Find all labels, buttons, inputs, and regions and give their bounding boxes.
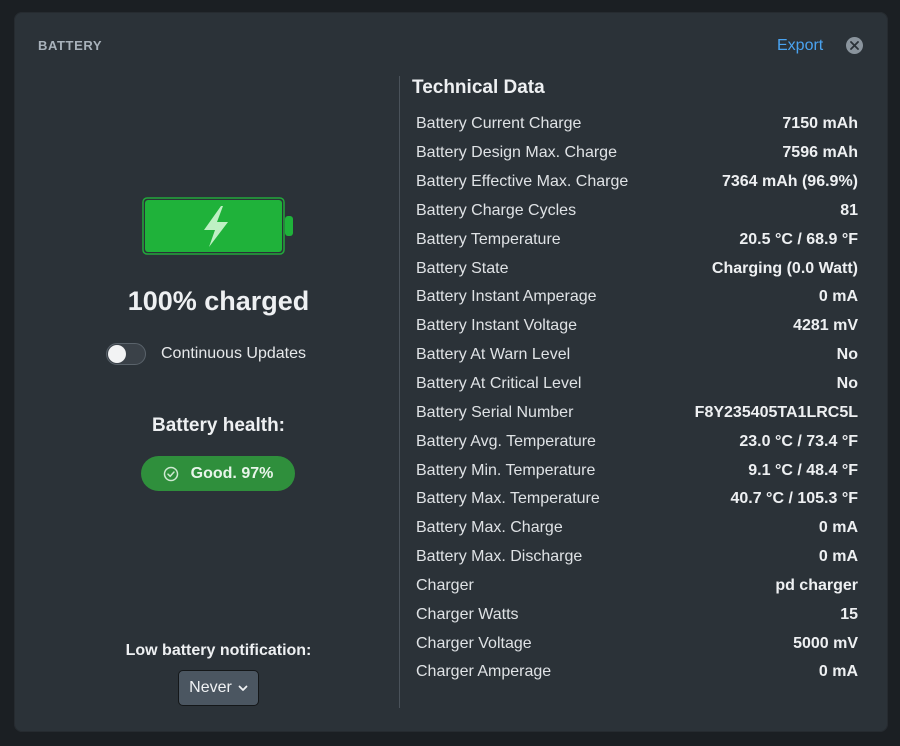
row-key: Charger bbox=[416, 576, 474, 594]
row-key: Battery Avg. Temperature bbox=[416, 432, 596, 450]
row-value: 7150 mAh bbox=[782, 115, 858, 133]
technical-data-row: Battery Avg. Temperature 23.0 °C / 73.4 °… bbox=[416, 427, 858, 456]
continuous-updates-row: Continuous Updates bbox=[106, 343, 306, 365]
row-value: 20.5 °C / 68.9 °F bbox=[739, 230, 858, 248]
row-key: Battery Charge Cycles bbox=[416, 201, 577, 219]
row-key: Charger Watts bbox=[416, 605, 519, 623]
row-key: Battery Max. Temperature bbox=[416, 490, 600, 508]
row-value: 4281 mV bbox=[793, 317, 858, 335]
technical-data-row: Battery Max. Temperature 40.7 °C / 105.3 … bbox=[416, 485, 858, 514]
row-key: Battery Max. Charge bbox=[416, 519, 563, 537]
row-key: Battery Serial Number bbox=[416, 403, 574, 421]
technical-data-row: Battery Instant Voltage 4281 mV bbox=[416, 312, 858, 341]
technical-data-row: Charger Voltage 5000 mV bbox=[416, 629, 858, 658]
row-key: Battery At Warn Level bbox=[416, 346, 571, 364]
close-x-glyph bbox=[850, 41, 859, 50]
row-key: Battery Current Charge bbox=[416, 115, 582, 133]
charge-status-text: 100% charged bbox=[127, 286, 310, 316]
low-battery-notification-label: Low battery notification: bbox=[125, 642, 312, 659]
row-key: Battery Effective Max. Charge bbox=[416, 173, 629, 191]
row-value: 9.1 °C / 48.4 °F bbox=[748, 461, 858, 479]
row-value: 0 mA bbox=[818, 288, 858, 306]
row-value: 40.7 °C / 105.3 °F bbox=[730, 490, 858, 508]
battery-panel: BATTERY Export 100% charged Continuous U… bbox=[14, 12, 888, 732]
row-value: 81 bbox=[840, 201, 858, 219]
close-icon[interactable] bbox=[846, 37, 863, 54]
section-divider bbox=[399, 76, 400, 708]
check-circle-icon bbox=[163, 466, 178, 481]
export-button[interactable]: Export bbox=[777, 37, 823, 55]
row-value: Charging (0.0 Watt) bbox=[711, 259, 858, 277]
row-key: Battery Min. Temperature bbox=[416, 461, 596, 479]
battery-health-badge: Good. 97% bbox=[141, 456, 295, 491]
technical-data-row: Battery Max. Discharge 0 mA bbox=[416, 543, 858, 572]
row-value: 5000 mV bbox=[793, 634, 858, 652]
technical-data-row: Battery Min. Temperature 9.1 °C / 48.4 °F bbox=[416, 456, 858, 485]
technical-data-row: Battery Temperature 20.5 °C / 68.9 °F bbox=[416, 225, 858, 254]
row-key: Battery Instant Voltage bbox=[416, 317, 577, 335]
row-value: No bbox=[836, 346, 858, 364]
technical-data-row: Charger Watts 15 bbox=[416, 600, 858, 629]
continuous-updates-toggle[interactable] bbox=[106, 343, 146, 365]
row-value: F8Y235405TA1LRC5L bbox=[694, 403, 858, 421]
continuous-updates-label: Continuous Updates bbox=[161, 345, 306, 362]
row-key: Battery Temperature bbox=[416, 230, 561, 248]
row-value: 23.0 °C / 73.4 °F bbox=[739, 432, 858, 450]
technical-data-row: Battery Max. Charge 0 mA bbox=[416, 514, 858, 543]
row-value: 0 mA bbox=[818, 663, 858, 681]
low-battery-notification-select[interactable]: Never bbox=[178, 670, 259, 706]
technical-data-row: Battery At Critical Level No bbox=[416, 370, 858, 399]
chevron-down-icon bbox=[238, 685, 248, 692]
technical-data-row: Battery Effective Max. Charge 7364 mAh (9… bbox=[416, 168, 858, 197]
row-value: 15 bbox=[840, 605, 858, 623]
row-value: 7596 mAh bbox=[782, 144, 858, 162]
technical-data-row: Battery Current Charge 7150 mAh bbox=[416, 110, 858, 139]
row-value: No bbox=[836, 375, 858, 393]
technical-data-row: Charger Amperage 0 mA bbox=[416, 658, 858, 687]
technical-data-row: Battery At Warn Level No bbox=[416, 341, 858, 370]
technical-data-row: Battery Serial Number F8Y235405TA1LRC5L bbox=[416, 398, 858, 427]
battery-status-section: 100% charged Continuous Updates Battery … bbox=[14, 12, 399, 732]
row-value: 7364 mAh (96.9%) bbox=[721, 173, 858, 191]
row-value: pd charger bbox=[775, 576, 858, 594]
battery-health-label: Battery health: bbox=[151, 415, 286, 436]
battery-charging-icon bbox=[142, 197, 293, 255]
technical-data-row: Battery Charge Cycles 81 bbox=[416, 197, 858, 226]
row-key: Battery State bbox=[416, 259, 509, 277]
row-value: 0 mA bbox=[818, 519, 858, 537]
select-value: Never bbox=[189, 679, 232, 696]
row-key: Battery Design Max. Charge bbox=[416, 144, 617, 162]
technical-data-row: Battery Design Max. Charge 7596 mAh bbox=[416, 139, 858, 168]
row-key: Battery Max. Discharge bbox=[416, 548, 583, 566]
health-badge-text: Good. 97% bbox=[190, 464, 274, 482]
technical-data-title: Technical Data bbox=[412, 77, 545, 98]
row-key: Battery At Critical Level bbox=[416, 375, 582, 393]
row-key: Charger Amperage bbox=[416, 663, 552, 681]
toggle-knob bbox=[108, 345, 126, 363]
row-key: Charger Voltage bbox=[416, 634, 532, 652]
row-value: 0 mA bbox=[818, 548, 858, 566]
technical-data-list: Battery Current Charge 7150 mAh Battery De… bbox=[416, 110, 858, 687]
technical-data-row: Charger pd charger bbox=[416, 572, 858, 601]
technical-data-row: Battery Instant Amperage 0 mA bbox=[416, 283, 858, 312]
technical-data-row: Battery State Charging (0.0 Watt) bbox=[416, 254, 858, 283]
row-key: Battery Instant Amperage bbox=[416, 288, 597, 306]
